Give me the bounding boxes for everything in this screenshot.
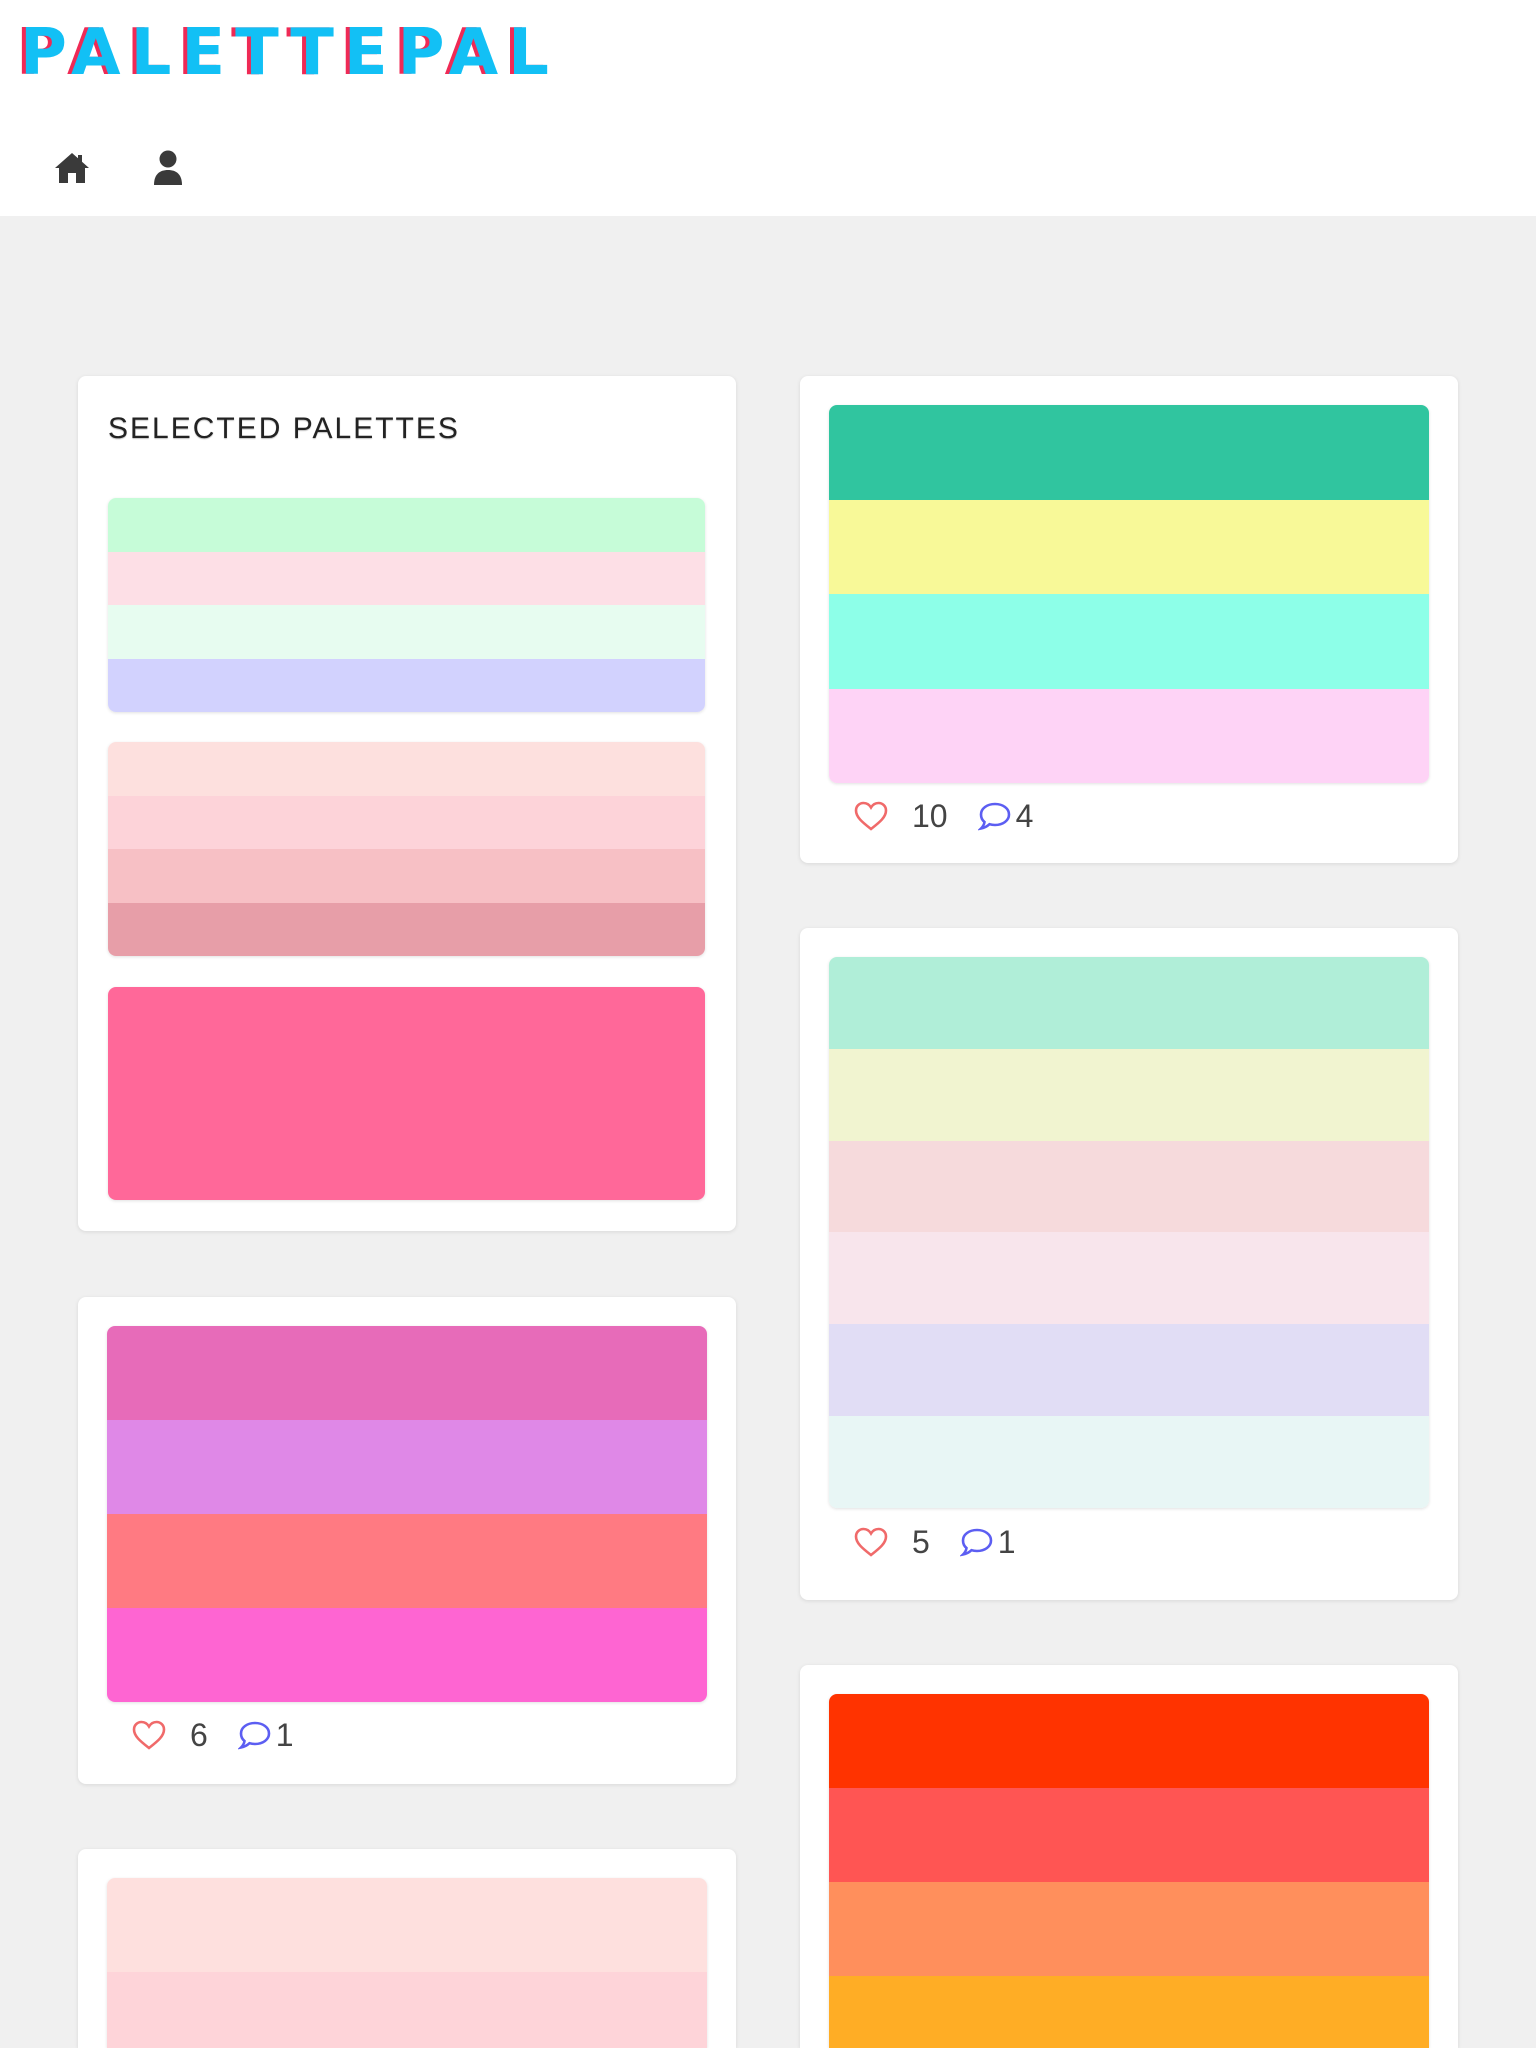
color-swatch — [829, 1694, 1429, 1788]
color-swatch — [829, 1976, 1429, 2048]
selected-palette[interactable] — [108, 742, 705, 956]
color-swatch — [107, 1326, 707, 1420]
palette-stats: 5 1 — [854, 1522, 1016, 1562]
color-swatch — [108, 987, 705, 1200]
comment-icon[interactable] — [959, 1527, 994, 1557]
color-swatch — [829, 1882, 1429, 1976]
color-swatch — [107, 1878, 707, 1972]
palette-stats: 6 1 — [132, 1715, 294, 1755]
color-swatch — [829, 594, 1429, 689]
color-swatch — [829, 1788, 1429, 1882]
likes-count: 10 — [912, 797, 948, 834]
color-swatch — [108, 605, 705, 659]
palette-stats: 10 4 — [854, 796, 1033, 836]
color-swatch — [829, 499, 1429, 594]
color-swatch — [107, 1972, 707, 2048]
color-swatch — [829, 1416, 1429, 1508]
comments-count: 4 — [1015, 797, 1034, 834]
color-swatch — [829, 957, 1429, 1049]
color-swatch — [829, 688, 1429, 783]
color-swatch — [829, 1048, 1429, 1141]
color-swatch — [107, 1608, 707, 1702]
palette-preview[interactable] — [107, 1326, 707, 1702]
color-swatch — [108, 498, 705, 552]
comments-count: 1 — [275, 1716, 294, 1753]
color-swatch — [107, 1514, 707, 1608]
color-swatch — [829, 1324, 1429, 1417]
likes-count: 6 — [190, 1716, 208, 1753]
heart-icon[interactable] — [132, 1720, 166, 1750]
likes-count: 5 — [912, 1523, 930, 1560]
color-swatch — [829, 1232, 1429, 1325]
color-swatch — [108, 849, 705, 903]
selected-palette[interactable] — [108, 498, 705, 712]
color-swatch — [108, 551, 705, 605]
home-icon[interactable] — [50, 148, 94, 188]
palette-preview[interactable] — [829, 957, 1429, 1508]
app-header: PALETTEPAL — [0, 0, 1536, 216]
palette-preview[interactable] — [829, 1694, 1429, 2048]
comments-count: 1 — [997, 1523, 1016, 1560]
selected-palette[interactable] — [108, 987, 705, 1200]
heart-icon[interactable] — [854, 1527, 888, 1557]
color-swatch — [107, 1420, 707, 1514]
comment-icon[interactable] — [237, 1720, 272, 1750]
palette-preview[interactable] — [829, 405, 1429, 783]
color-swatch — [108, 795, 705, 849]
heart-icon[interactable] — [854, 801, 888, 831]
comment-icon[interactable] — [976, 801, 1012, 831]
selected-palettes-title: SELECTED PALETTES — [108, 412, 460, 445]
user-icon[interactable] — [146, 148, 190, 188]
color-swatch — [108, 658, 705, 712]
color-swatch — [108, 902, 705, 956]
app-logo[interactable]: PALETTEPAL — [20, 14, 559, 92]
color-swatch — [829, 405, 1429, 500]
color-swatch — [829, 1140, 1429, 1233]
palette-preview[interactable] — [107, 1878, 707, 2048]
color-swatch — [108, 742, 705, 796]
